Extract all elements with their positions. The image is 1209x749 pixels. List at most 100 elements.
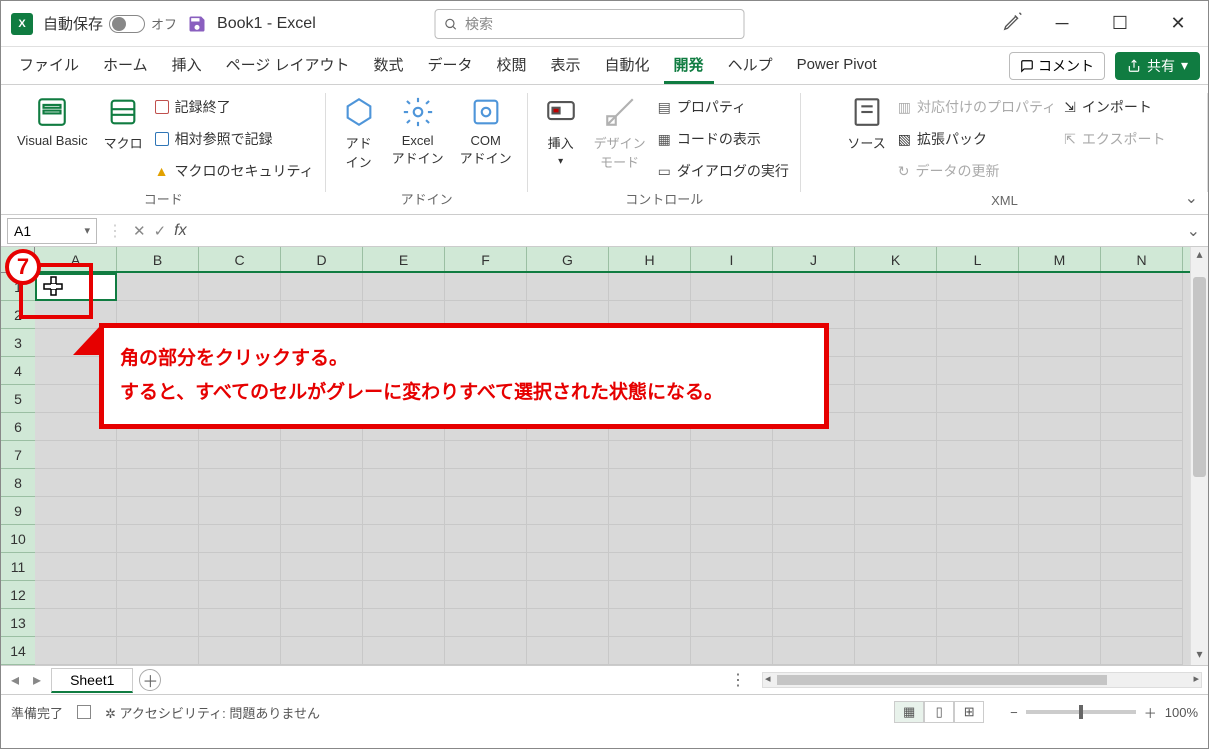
cell[interactable] <box>527 441 609 469</box>
cell[interactable] <box>199 581 281 609</box>
cell[interactable] <box>855 637 937 665</box>
zoom-slider[interactable] <box>1026 710 1136 714</box>
cancel-formula-icon[interactable]: ✕ <box>133 222 146 240</box>
cell[interactable] <box>35 469 117 497</box>
col-header[interactable]: B <box>117 247 199 271</box>
cell[interactable] <box>35 581 117 609</box>
cell[interactable] <box>691 441 773 469</box>
cell[interactable] <box>1101 329 1183 357</box>
cell[interactable] <box>1101 469 1183 497</box>
cell[interactable] <box>1019 609 1101 637</box>
cell[interactable] <box>691 609 773 637</box>
col-header[interactable]: C <box>199 247 281 271</box>
cell[interactable] <box>199 469 281 497</box>
com-addins-button[interactable]: COM アドイン <box>456 91 516 171</box>
cell[interactable] <box>1019 413 1101 441</box>
tab-power-pivot[interactable]: Power Pivot <box>787 50 887 82</box>
design-mode-button[interactable]: デザイン モード <box>590 91 650 175</box>
cell[interactable] <box>1101 441 1183 469</box>
cell[interactable] <box>445 497 527 525</box>
cell[interactable] <box>117 637 199 665</box>
page-layout-view-button[interactable]: ▯ <box>924 701 954 723</box>
pen-mode-icon[interactable] <box>1002 10 1024 37</box>
row-header[interactable]: 8 <box>1 469 35 497</box>
cell[interactable] <box>445 609 527 637</box>
scroll-right-icon[interactable]: ▸ <box>1193 672 1199 685</box>
zoom-out-button[interactable]: − <box>1010 705 1018 720</box>
refresh-data-button[interactable]: ↻データの更新 <box>898 159 1056 183</box>
cell[interactable] <box>527 637 609 665</box>
accessibility-status[interactable]: ✲ アクセシビリティ: 問題ありません <box>105 703 320 722</box>
cell[interactable] <box>363 609 445 637</box>
cell[interactable] <box>937 385 1019 413</box>
col-header[interactable]: L <box>937 247 1019 271</box>
cell[interactable] <box>445 441 527 469</box>
cell[interactable] <box>281 273 363 301</box>
cell[interactable] <box>773 497 855 525</box>
tab-insert[interactable]: 挿入 <box>162 48 212 84</box>
cell[interactable] <box>1101 525 1183 553</box>
cell[interactable] <box>527 273 609 301</box>
chevron-down-icon[interactable]: ▾ <box>84 224 90 237</box>
cell[interactable] <box>281 441 363 469</box>
cell[interactable] <box>937 329 1019 357</box>
horizontal-scrollbar[interactable]: ◂ ▸ <box>762 672 1202 688</box>
stop-recording-button[interactable]: 記録終了 <box>155 95 314 119</box>
cell[interactable] <box>855 581 937 609</box>
cell[interactable] <box>691 497 773 525</box>
col-header[interactable]: F <box>445 247 527 271</box>
cell[interactable] <box>35 441 117 469</box>
cell[interactable] <box>35 525 117 553</box>
col-header[interactable]: G <box>527 247 609 271</box>
cell[interactable] <box>855 273 937 301</box>
properties-button[interactable]: ▤プロパティ <box>658 95 789 119</box>
cell[interactable] <box>609 609 691 637</box>
row-header[interactable]: 9 <box>1 497 35 525</box>
cell[interactable] <box>1019 497 1101 525</box>
col-header[interactable]: E <box>363 247 445 271</box>
insert-control-button[interactable]: 挿入 ▾ <box>540 91 582 171</box>
col-header[interactable]: M <box>1019 247 1101 271</box>
cell[interactable] <box>117 497 199 525</box>
search-input[interactable]: 検索 <box>434 9 744 39</box>
cell[interactable] <box>1101 637 1183 665</box>
cell[interactable] <box>117 553 199 581</box>
cell[interactable] <box>281 553 363 581</box>
import-button[interactable]: ⇲インポート <box>1064 95 1165 119</box>
cell[interactable] <box>445 553 527 581</box>
cell[interactable] <box>445 469 527 497</box>
cell[interactable] <box>199 609 281 637</box>
cell[interactable] <box>117 469 199 497</box>
macro-security-button[interactable]: ▲マクロのセキュリティ <box>155 159 314 183</box>
cell[interactable] <box>281 497 363 525</box>
cell[interactable] <box>609 581 691 609</box>
cell[interactable] <box>1101 553 1183 581</box>
sheet-nav-next-icon[interactable]: ▸ <box>29 670 45 690</box>
cell[interactable] <box>609 273 691 301</box>
cell[interactable] <box>1101 357 1183 385</box>
cell[interactable] <box>1019 469 1101 497</box>
formula-input[interactable] <box>195 218 1187 244</box>
cell[interactable] <box>199 637 281 665</box>
scroll-left-icon[interactable]: ◂ <box>765 672 771 685</box>
cell[interactable] <box>363 441 445 469</box>
cell[interactable] <box>609 637 691 665</box>
sheet-nav-prev-icon[interactable]: ◂ <box>7 670 23 690</box>
tab-page-layout[interactable]: ページ レイアウト <box>216 48 360 84</box>
col-header[interactable]: I <box>691 247 773 271</box>
cell[interactable] <box>527 497 609 525</box>
cell[interactable] <box>363 525 445 553</box>
zoom-level[interactable]: 100% <box>1165 705 1198 720</box>
cell[interactable] <box>937 357 1019 385</box>
row-header[interactable]: 5 <box>1 385 35 413</box>
normal-view-button[interactable]: ▦ <box>894 701 924 723</box>
cell[interactable] <box>937 525 1019 553</box>
cell[interactable] <box>773 609 855 637</box>
cell[interactable] <box>937 413 1019 441</box>
cell[interactable] <box>1101 385 1183 413</box>
cell[interactable] <box>937 609 1019 637</box>
cell[interactable] <box>609 469 691 497</box>
cell[interactable] <box>527 609 609 637</box>
cell[interactable] <box>199 441 281 469</box>
cell[interactable] <box>1101 581 1183 609</box>
